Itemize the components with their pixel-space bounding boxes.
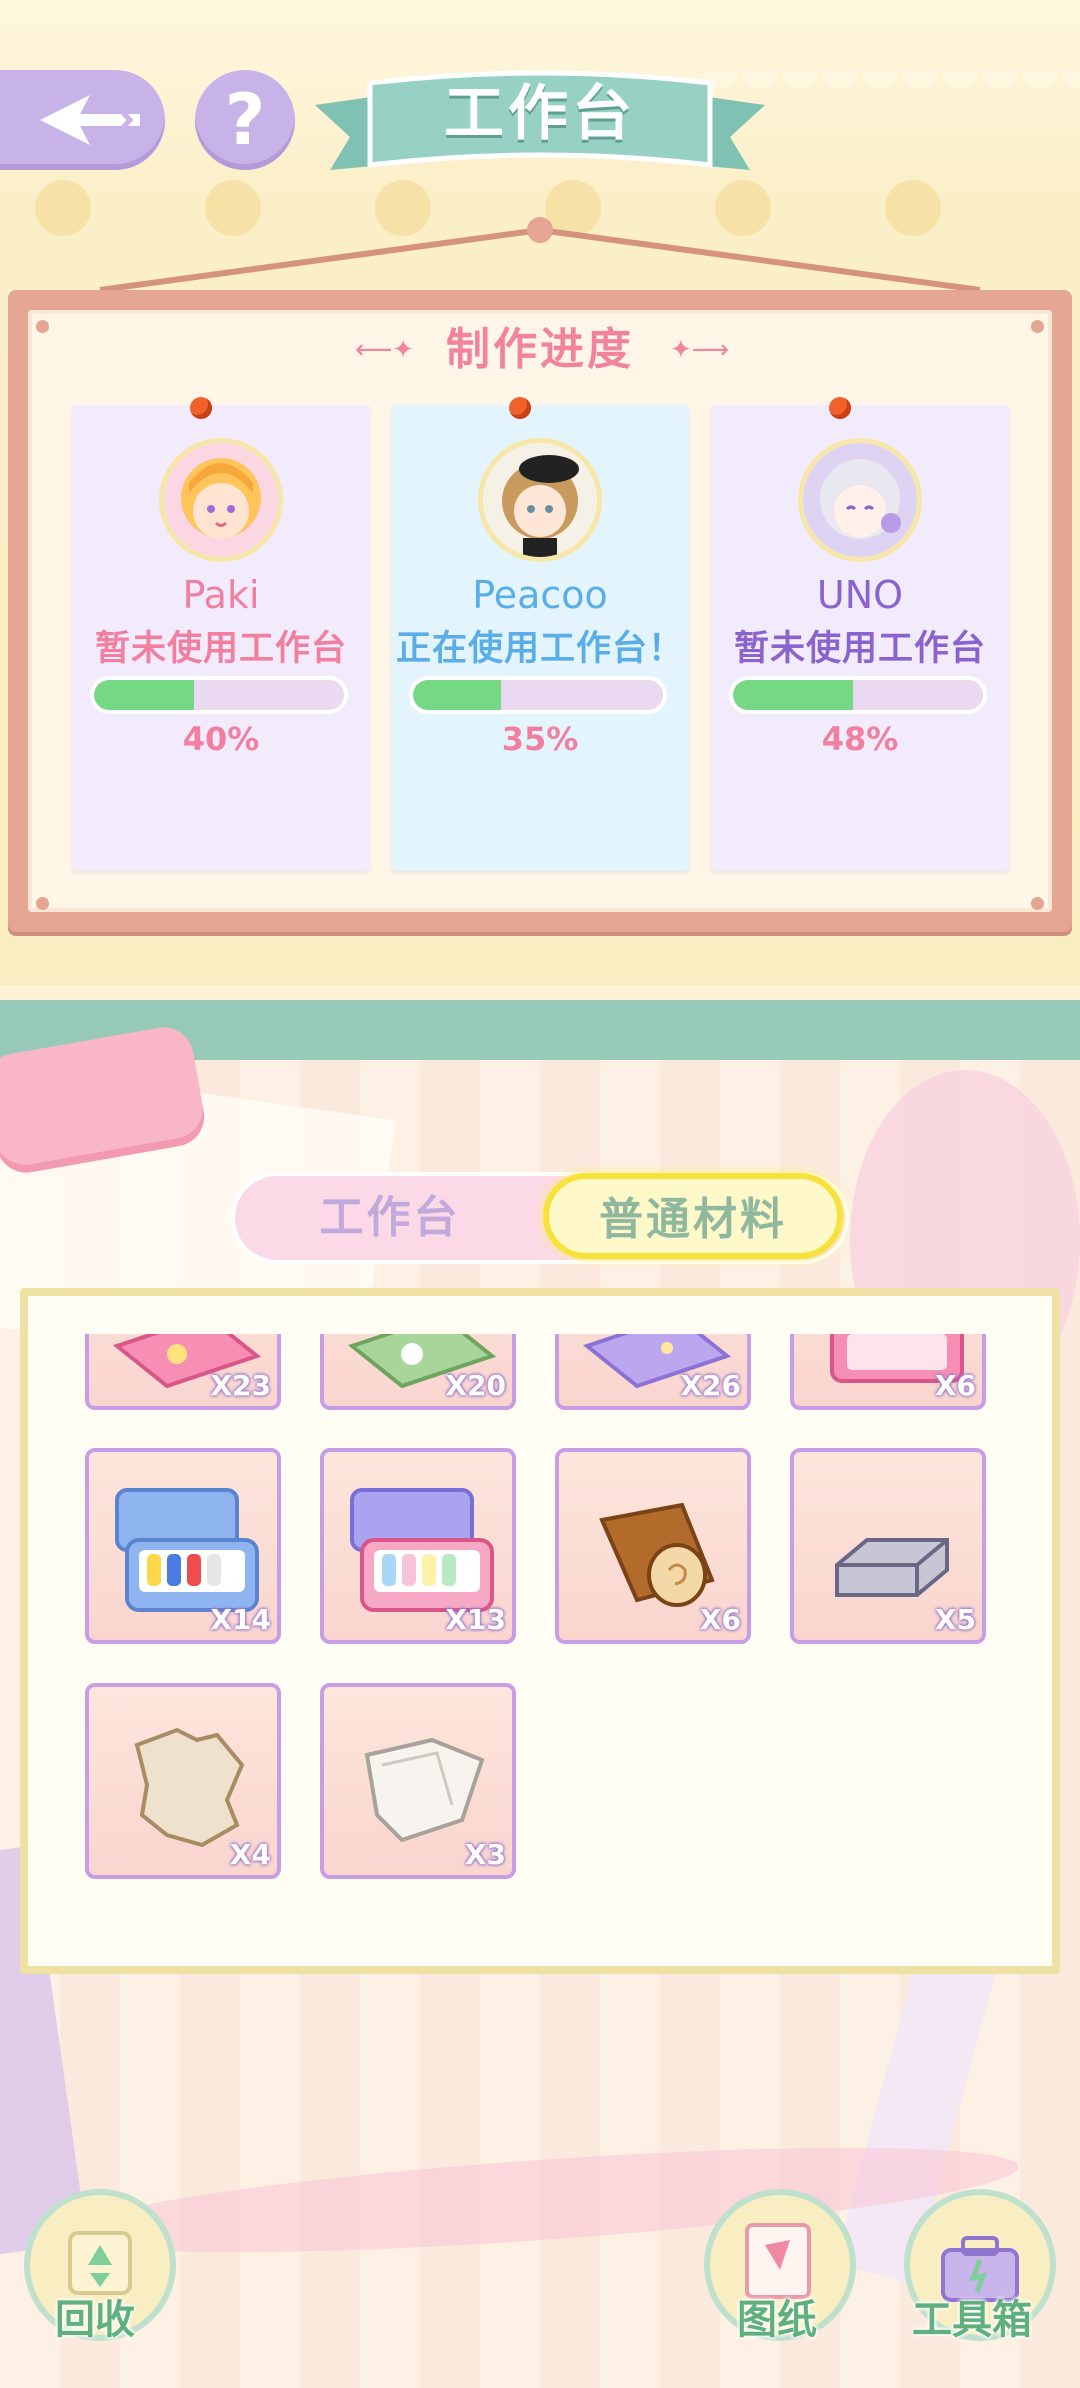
inventory-slot[interactable]: X5	[790, 1448, 986, 1644]
flourish-right-icon: ✦⟶	[670, 335, 730, 365]
back-button[interactable]	[0, 70, 165, 170]
help-icon: ?	[224, 79, 266, 161]
avatar	[803, 443, 917, 557]
character-status: 暂未使用工作台	[94, 629, 347, 669]
character-name: Paki	[182, 573, 260, 617]
inventory-slot[interactable]: X23	[85, 1334, 281, 1410]
character-status: 正在使用工作台！	[395, 629, 684, 669]
progress-bar	[733, 680, 983, 710]
pin-icon	[829, 397, 851, 419]
back-arrow-icon	[40, 95, 140, 145]
progress-fill	[94, 680, 194, 710]
item-count: X26	[680, 1369, 741, 1402]
paki-avatar-icon	[164, 443, 278, 557]
nail	[36, 320, 49, 333]
peacoo-avatar-icon	[483, 443, 597, 557]
inventory-slot[interactable]: X3	[320, 1683, 516, 1879]
item-count: X6	[699, 1603, 741, 1636]
inventory-slot[interactable]: X20	[320, 1334, 516, 1410]
page-title: 工作台	[444, 79, 636, 149]
item-count: X5	[934, 1603, 976, 1636]
toolbox-label: 工具箱	[912, 2297, 1032, 2343]
progress-bar	[413, 680, 663, 710]
progress-bar	[94, 680, 344, 710]
item-count: X13	[445, 1603, 506, 1636]
tab-materials[interactable]: 普通材料	[543, 1173, 843, 1259]
tab-workbench[interactable]: 工作台	[240, 1178, 540, 1258]
pin-icon	[509, 397, 531, 419]
recycle-label: 回收	[55, 2297, 135, 2343]
progress-fill	[413, 680, 501, 710]
avatar	[164, 443, 278, 557]
inventory-slot[interactable]: X6	[555, 1448, 751, 1644]
avatar	[483, 443, 597, 557]
pin-icon	[190, 397, 212, 419]
item-count: X14	[210, 1603, 271, 1636]
nail	[1031, 320, 1044, 333]
character-name: Peacoo	[472, 573, 608, 617]
character-status: 暂未使用工作台	[733, 629, 986, 669]
inventory-slot[interactable]: X13	[320, 1448, 516, 1644]
item-count: X23	[210, 1369, 271, 1402]
inventory-slot[interactable]: X26	[555, 1334, 751, 1410]
blueprint-label: 图纸	[737, 2297, 817, 2343]
inventory-slot[interactable]: X6	[790, 1334, 986, 1410]
item-count: X6	[934, 1369, 976, 1402]
progress-percent: 35%	[501, 720, 579, 758]
nail	[1031, 897, 1044, 910]
hanging-string	[99, 217, 981, 293]
character-card-uno[interactable]: UNO 暂未使用工作台 48%	[711, 397, 1009, 871]
inventory-slot[interactable]: X14	[85, 1448, 281, 1644]
character-card-peacoo[interactable]: Peacoo 正在使用工作台！ 35%	[391, 397, 689, 871]
nail	[36, 897, 49, 910]
help-button[interactable]: ?	[195, 70, 295, 170]
progress-percent: 40%	[182, 720, 260, 758]
inventory-slot[interactable]: X4	[85, 1683, 281, 1879]
item-count: X4	[229, 1838, 271, 1871]
item-count: X20	[445, 1369, 506, 1402]
progress-percent: 48%	[821, 720, 899, 758]
character-card-paki[interactable]: Paki 暂未使用工作台 40%	[72, 397, 370, 871]
background-dot	[35, 180, 91, 236]
progress-fill	[733, 680, 853, 710]
inventory-grid[interactable]: X23 X20 X26 X6 X14 X13 X6 X5 X4 X3	[28, 1334, 1052, 1966]
item-count: X3	[464, 1838, 506, 1871]
character-name: UNO	[816, 573, 904, 617]
uno-avatar-icon	[803, 443, 917, 557]
